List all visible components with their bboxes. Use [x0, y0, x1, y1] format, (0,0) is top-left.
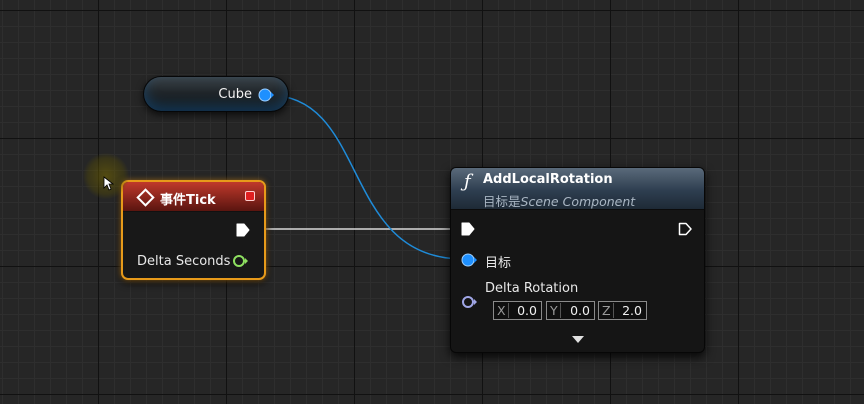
exec-input-pin-icon[interactable] [461, 222, 476, 237]
subtitle-class: Scene Component [520, 194, 636, 209]
diamond-icon [136, 188, 155, 207]
function-icon: ƒ [464, 171, 471, 192]
exec-output-pin-icon[interactable] [678, 222, 693, 237]
event-tick-node[interactable]: 事件Tick Delta Seconds [121, 180, 266, 280]
target-input-pin-icon[interactable] [461, 253, 479, 267]
rotation-x-axis: X [497, 303, 509, 318]
event-tick-header: 事件Tick [123, 182, 264, 212]
rotation-y-field[interactable]: Y 0.0 [546, 301, 595, 320]
delta-rotation-input-pin-icon[interactable] [461, 295, 479, 309]
rotation-z-axis: Z [602, 303, 614, 318]
mouse-cursor-icon [103, 176, 115, 191]
rotation-x-field[interactable]: X 0.0 [493, 301, 542, 320]
target-label: 目标 [485, 256, 512, 271]
cube-variable-node[interactable]: Cube [143, 76, 289, 112]
float-output-pin-icon[interactable] [232, 253, 250, 269]
add-local-rotation-node[interactable]: ƒ AddLocalRotation 目标是Scene Component 目标… [450, 167, 705, 353]
exec-output-pin-icon[interactable] [236, 223, 250, 237]
object-output-pin-icon[interactable] [258, 88, 274, 102]
function-title: AddLocalRotation [483, 172, 613, 187]
rotation-y-axis: Y [550, 303, 561, 318]
function-subtitle: 目标是Scene Component [483, 191, 635, 210]
delta-seconds-label: Delta Seconds [137, 254, 231, 269]
expand-advanced-icon[interactable] [572, 336, 584, 343]
add-local-rotation-header: ƒ AddLocalRotation 目标是Scene Component [451, 168, 704, 210]
event-tick-title: 事件Tick [160, 193, 216, 208]
rotation-y-value: 0.0 [570, 303, 590, 318]
object-reference-wire[interactable] [267, 94, 465, 260]
rotation-x-value: 0.0 [517, 303, 537, 318]
delegate-icon[interactable] [245, 191, 255, 201]
delta-rotation-label: Delta Rotation [485, 281, 579, 296]
rotation-z-field[interactable]: Z 2.0 [598, 301, 647, 320]
cube-variable-label: Cube [218, 87, 252, 102]
subtitle-prefix: 目标是 [483, 194, 521, 209]
rotation-z-value: 2.0 [622, 303, 642, 318]
